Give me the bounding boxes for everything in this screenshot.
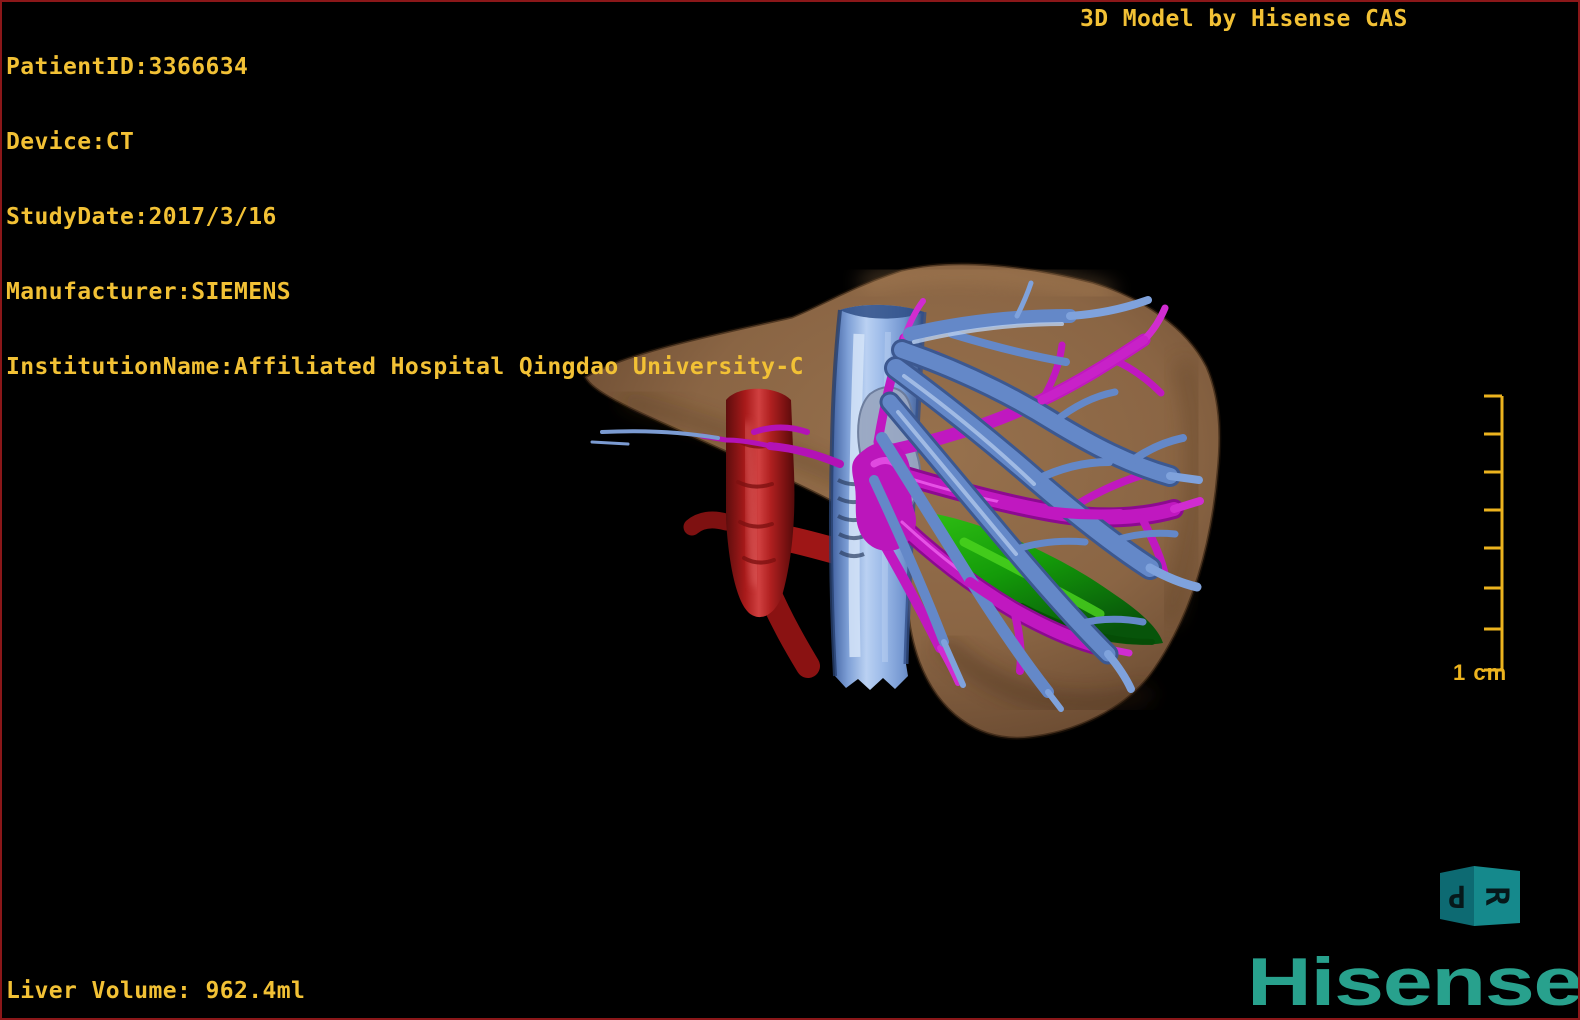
model-title-label: 3D Model by Hisense CAS xyxy=(1080,6,1408,32)
orientation-letter-r: R xyxy=(1478,886,1516,906)
orientation-cube[interactable]: P R xyxy=(1432,857,1532,932)
scale-bar-ruler xyxy=(1484,394,1504,672)
manufacturer-label: Manufacturer:SIEMENS xyxy=(6,279,291,305)
orientation-letter-p: P xyxy=(1448,878,1466,913)
scale-bar: 1 cm xyxy=(1442,388,1522,698)
patient-info-overlay: PatientID:3366634 Device:CT StudyDate:20… xyxy=(6,5,804,430)
patient-id-label: PatientID:3366634 xyxy=(6,54,249,80)
study-date-label: StudyDate:2017/3/16 xyxy=(6,204,277,230)
institution-name-label: InstitutionName:Affiliated Hospital Qing… xyxy=(6,354,804,380)
liver-volume-label: Liver Volume: 962.4ml xyxy=(6,978,306,1004)
viewer-window: PatientID:3366634 Device:CT StudyDate:20… xyxy=(0,0,1580,1020)
device-label: Device:CT xyxy=(6,129,135,155)
scale-bar-label: 1 cm xyxy=(1453,660,1508,685)
hisense-logo: Hisense xyxy=(1247,944,1580,1020)
